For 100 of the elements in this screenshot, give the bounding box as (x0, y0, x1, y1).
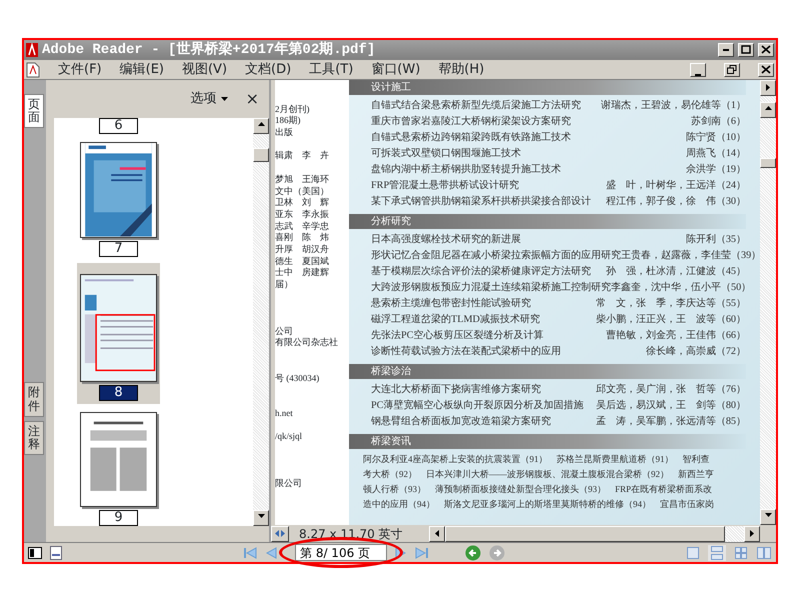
page-text: 文中（美国） (275, 186, 330, 198)
scroll-down-button[interactable] (760, 509, 776, 525)
scroll-right-button[interactable] (744, 526, 760, 542)
expand-pane-button[interactable] (760, 80, 776, 96)
page-text: h.net (275, 408, 294, 420)
menu-item[interactable]: 工具(T) (309, 60, 354, 80)
article-title: 大连北大桥桥面下挠病害维修方案研究 (371, 382, 541, 398)
menu-item[interactable]: 窗口(W) (371, 60, 420, 80)
right-arrow-icon (750, 530, 754, 536)
article-title: PC薄壁宽幅空心板纵向开裂原因分析及加固措施 (371, 398, 584, 414)
article-title: 钢悬臂组合桥面板加宽改造箱梁方案研究 (371, 414, 551, 430)
close-icon (761, 45, 771, 54)
side-tab[interactable]: 页面 (24, 94, 44, 128)
page-text: 德生 夏国斌 (275, 256, 330, 268)
up-arrow-icon (764, 106, 772, 110)
window-title: Adobe Reader - [世界桥梁+2017年第02期.pdf] (42, 40, 376, 60)
scroll-thumb[interactable] (760, 158, 776, 168)
page-text: 186期) (275, 115, 302, 128)
article-authors: 王贵春，赵露薇，李佳莹 (621, 248, 731, 264)
article-title: 先张法PC空心板剪压区裂缝分析及计算 (371, 328, 544, 344)
article-title: 形状记忆合金阻尼器在减小桥梁拉索振幅方面的应用研究 (371, 248, 621, 264)
page-text: 2月创刊) (275, 104, 310, 116)
page-ref: （80） (716, 399, 746, 414)
page-text: 喜刚 陈 炜 (275, 232, 330, 244)
news-text-line: 考大桥（92） 日本兴津川大桥——波形钢腹板、混凝土腹板混合梁桥（92） 新西兰亨 (363, 468, 715, 481)
article-title: 盘锦内湖中桥主桥钢拱肋竖转提升施工技术 (371, 162, 561, 178)
page-thumbnail[interactable] (80, 412, 157, 507)
article-title: 某下承式钢管拱肋钢箱梁系杆拱桥拱梁接合部设计 (371, 194, 591, 210)
scroll-down-button[interactable] (253, 510, 269, 526)
back-icon[interactable] (465, 544, 481, 560)
scroll-thumb[interactable] (253, 148, 269, 162)
article-title: 磁浮工程道岔梁的TLMD减振技术研究 (371, 312, 540, 328)
scroll-up-button[interactable] (760, 102, 776, 118)
close-button[interactable] (758, 43, 774, 57)
restore-button[interactable] (724, 62, 740, 76)
next-page-icon[interactable] (395, 546, 407, 560)
page-ref: （66） (716, 329, 746, 344)
page-number-label: 8 (99, 384, 138, 400)
page-icon[interactable] (50, 546, 62, 560)
close-icon (761, 64, 771, 74)
page-ref: （19） (716, 163, 746, 178)
page-ref: （14） (716, 147, 746, 162)
article-authors: 谢瑞杰，王碧波，易伦雄等 (600, 98, 721, 114)
left-arrow-icon (435, 530, 439, 536)
side-tab[interactable]: 附件 (24, 382, 44, 417)
article-authors: 孟 涛，吴军鹏，张远清等 (596, 414, 716, 430)
news-text-line: 顿人行桥（93） 薄预制桥面板接缝处新型合理化接头（93） FRP在既有桥梁桥面系改 (363, 483, 714, 496)
navigation-pane-icon[interactable] (28, 546, 42, 558)
page-text: 志武 辛学忠 (275, 220, 330, 232)
menu-item[interactable]: 编辑(E) (120, 60, 164, 80)
article-title: 悬索桥主缆缠包带密封性能试验研究 (371, 296, 531, 312)
minimize-button[interactable] (718, 43, 734, 57)
options-button[interactable]: 选项 (190, 89, 228, 109)
scroll-left-button[interactable] (429, 526, 445, 542)
page-text: 限公司 (275, 478, 303, 490)
minimize-icon (695, 74, 701, 76)
page-text: 梦旭 王海环 (275, 174, 330, 186)
page-thumbnail[interactable] (80, 274, 157, 382)
split-button[interactable] (271, 526, 289, 542)
menu-item[interactable]: 视图(V) (182, 60, 228, 80)
article-title: 重庆市曾家岩嘉陵江大桥钢桁梁架设方案研究 (371, 114, 571, 130)
caret-icon (220, 96, 228, 101)
maximize-icon (741, 45, 751, 54)
page-ref: （30） (716, 195, 746, 210)
article-authors: 吴后选，易汉斌，王 剑等 (596, 398, 716, 414)
page-ref: （55） (716, 297, 746, 312)
page-text: 士中 房建辉 (275, 267, 330, 279)
maximize-button[interactable] (738, 43, 754, 57)
scroll-thumb[interactable] (445, 526, 725, 542)
menu-item[interactable]: 帮助(H) (438, 60, 484, 80)
page-number-label: 6 (99, 118, 138, 134)
page-text: 辑肃 李 卉 (275, 150, 330, 162)
page-ref: （85） (716, 415, 746, 430)
page-number-label: 9 (99, 510, 138, 526)
menu-item[interactable]: 文件(F) (58, 60, 102, 80)
article-authors: 程江伟，郭子俊，徐 伟 (606, 194, 716, 210)
page-text: 升厚 胡汉舟 (275, 244, 330, 256)
scroll-up-button[interactable] (253, 118, 269, 134)
page-text: 卫林 刘 辉 (275, 197, 330, 209)
article-authors: 佘洪学 (686, 162, 716, 178)
minimize-icon (723, 48, 729, 51)
menu-item[interactable]: 文档(D) (245, 60, 292, 80)
article-authors: 陈宁贤 (686, 130, 716, 146)
page-ref: （35） (716, 233, 746, 248)
article-title: 自锚式结合梁悬索桥新型先缆后梁施工方法研究 (371, 98, 581, 114)
page-ref: （76） (716, 383, 746, 398)
page-ref: （39） (731, 249, 760, 264)
page-field[interactable]: 第 8/ 106 页 (295, 544, 387, 561)
article-authors: 孙 强，杜冰清，江健波 (606, 264, 716, 280)
side-tab[interactable]: 注释 (24, 420, 44, 456)
close-button[interactable] (758, 62, 774, 76)
page-text: 亚东 李永振 (275, 208, 330, 221)
section-heading: 设计施工 (349, 80, 746, 95)
restore-icon (727, 64, 737, 74)
page-text: 届） (275, 279, 294, 291)
article-title: 基于模糊层次综合评价法的梁桥健康评定方法研究 (371, 264, 591, 280)
minimize-button[interactable] (690, 62, 706, 76)
right-arrow-icon (766, 84, 770, 91)
close-panel-button[interactable]: × (246, 87, 259, 111)
cover-thumbnail[interactable] (80, 142, 157, 238)
